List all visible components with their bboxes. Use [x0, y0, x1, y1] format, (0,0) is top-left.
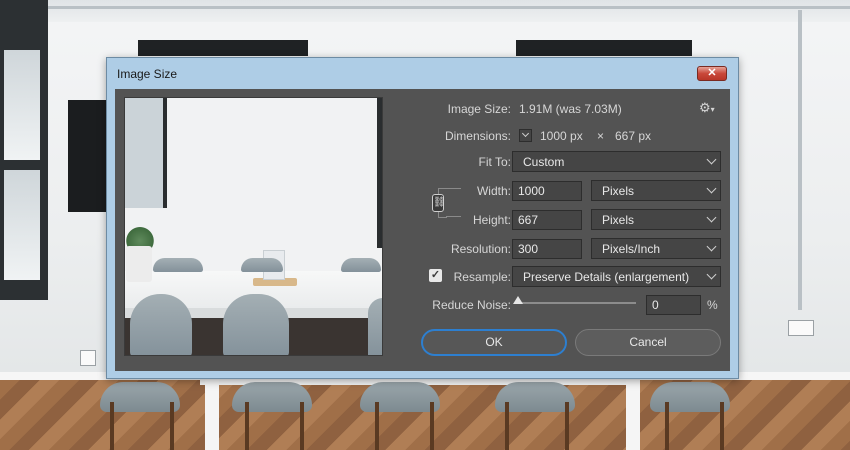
chevron-down-icon — [706, 183, 717, 194]
dimensions-unit-dropdown[interactable] — [519, 129, 532, 142]
plant — [125, 224, 155, 248]
image-size-dialog: Image Size ✕ Image Size: 1.91M (was 7.03… — [106, 57, 739, 379]
preview-chair — [153, 258, 203, 272]
fit-to-select[interactable]: Custom — [512, 151, 721, 172]
reduce-noise-slider-thumb[interactable] — [513, 296, 523, 304]
office-window — [0, 0, 48, 300]
preview-chair — [241, 258, 283, 272]
wall-tv — [68, 100, 110, 212]
ceiling — [0, 0, 850, 22]
preview-chair — [341, 258, 381, 272]
chevron-down-icon — [521, 129, 530, 138]
width-label: Width: — [476, 184, 511, 198]
cancel-button[interactable]: Cancel — [575, 329, 721, 356]
dimensions-times: × — [597, 129, 605, 143]
reduce-noise-label: Reduce Noise: — [432, 298, 511, 312]
dimensions-height: 667 px — [615, 129, 652, 143]
preview-chair — [223, 294, 289, 355]
reduce-noise-slider-track[interactable] — [516, 302, 636, 304]
plant-pot — [126, 246, 152, 282]
width-unit-select[interactable]: Pixels — [591, 180, 721, 201]
link-icon[interactable]: ⛓ — [432, 194, 446, 212]
height-unit-value: Pixels — [602, 213, 635, 227]
table-leg — [205, 380, 219, 450]
wall-socket — [80, 350, 96, 366]
resample-method-select[interactable]: Preserve Details (enlargement) — [512, 266, 721, 287]
gear-icon[interactable]: ⚙▾ — [699, 100, 715, 116]
ok-button[interactable]: OK — [421, 329, 567, 356]
dimensions-width: 1000 px — [540, 129, 583, 143]
fit-to-label: Fit To: — [478, 155, 511, 169]
resolution-label: Resolution: — [450, 242, 511, 256]
dialog-titlebar[interactable]: Image Size ✕ — [107, 58, 738, 89]
image-size-label: Image Size: — [447, 102, 511, 116]
wall-pipe — [798, 10, 802, 310]
width-unit-value: Pixels — [602, 184, 635, 198]
table-leg — [626, 380, 640, 450]
chair — [360, 382, 440, 412]
chevron-down-icon — [706, 212, 717, 223]
width-input[interactable]: 1000 — [512, 181, 582, 201]
ceiling-pipe — [0, 6, 850, 9]
height-input[interactable]: 667 — [512, 210, 582, 230]
chevron-down-icon — [706, 154, 717, 165]
preview-chair — [130, 294, 192, 355]
preview-chair — [368, 298, 382, 355]
window-frame-top — [516, 40, 692, 56]
reduce-noise-unit: % — [707, 298, 718, 312]
dialog-title: Image Size — [117, 67, 178, 81]
dialog-content: Image Size: 1.91M (was 7.03M) ⚙▾ Dimensi… — [115, 89, 730, 371]
image-preview[interactable] — [124, 97, 383, 356]
resolution-unit-value: Pixels/Inch — [602, 242, 661, 256]
fit-to-value: Custom — [523, 155, 565, 169]
resample-method-value: Preserve Details (enlargement) — [523, 270, 690, 284]
resolution-unit-select[interactable]: Pixels/Inch — [591, 238, 721, 259]
image-size-value: 1.91M (was 7.03M) — [519, 102, 622, 116]
wall-socket — [788, 320, 814, 336]
resolution-input[interactable]: 300 — [512, 239, 582, 259]
close-button[interactable]: ✕ — [697, 66, 727, 81]
dimensions-label: Dimensions: — [444, 129, 511, 143]
chevron-down-icon — [706, 269, 717, 280]
height-label: Height: — [472, 213, 511, 227]
window-frame-top — [138, 40, 308, 56]
reduce-noise-input[interactable]: 0 — [646, 295, 701, 315]
height-unit-select[interactable]: Pixels — [591, 209, 721, 230]
resample-label: Resample: — [453, 270, 511, 284]
chair — [650, 382, 730, 412]
chevron-down-icon — [706, 241, 717, 252]
